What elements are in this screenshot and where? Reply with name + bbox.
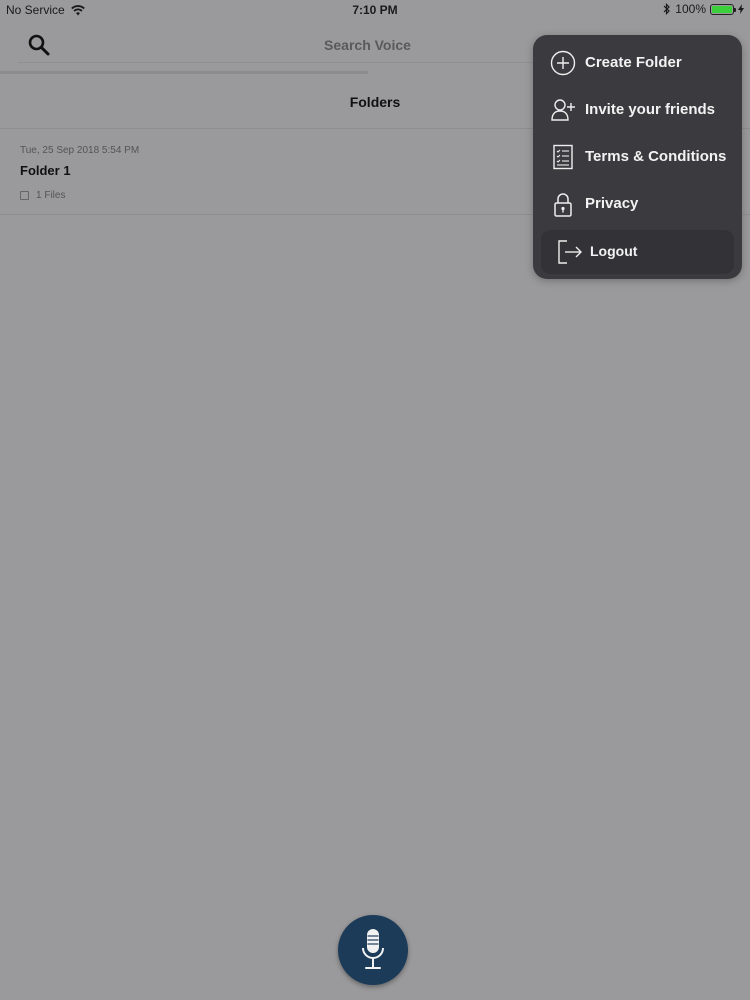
battery-fill <box>712 5 732 13</box>
menu-item-create-folder[interactable]: Create Folder <box>533 39 742 86</box>
add-user-icon <box>551 99 575 121</box>
lock-icon <box>554 193 572 217</box>
menu-item-privacy[interactable]: Privacy <box>533 180 742 227</box>
plus-circle-icon <box>550 50 576 76</box>
menu-item-invite-friends[interactable]: Invite your friends <box>533 86 742 133</box>
file-icon <box>20 191 29 200</box>
folder-files-count: 1 Files <box>36 190 66 201</box>
menu-item-label: Invite your friends <box>585 101 716 118</box>
menu-item-logout[interactable]: Logout <box>541 230 734 274</box>
menu-item-label: Logout <box>590 243 638 259</box>
menu-item-label: Privacy <box>585 195 639 212</box>
progress-fill <box>0 71 368 74</box>
folder-name: Folder 1 <box>20 163 71 178</box>
status-bar: No Service 7:10 PM 100% <box>0 0 750 20</box>
battery-percent: 100% <box>675 2 706 16</box>
charging-icon <box>738 4 744 14</box>
bluetooth-icon <box>663 3 671 15</box>
menu-item-label: Create Folder <box>585 54 682 71</box>
menu-item-label: Terms & Conditions <box>585 148 727 165</box>
battery-icon <box>710 3 736 15</box>
microphone-icon <box>362 929 384 969</box>
folder-date: Tue, 25 Sep 2018 5:54 PM <box>20 145 140 156</box>
logout-icon <box>558 240 582 264</box>
menu-item-terms[interactable]: Terms & Conditions <box>533 133 742 180</box>
document-icon <box>553 144 573 170</box>
record-button[interactable] <box>338 915 408 985</box>
options-menu: Create Folder Invite your friends Terms … <box>533 35 742 279</box>
folder-files: 1 Files <box>20 190 65 201</box>
status-right: 100% <box>663 2 744 16</box>
app-root: No Service 7:10 PM 100% Search Voice Fol… <box>0 0 750 1000</box>
status-time: 7:10 PM <box>352 3 398 17</box>
